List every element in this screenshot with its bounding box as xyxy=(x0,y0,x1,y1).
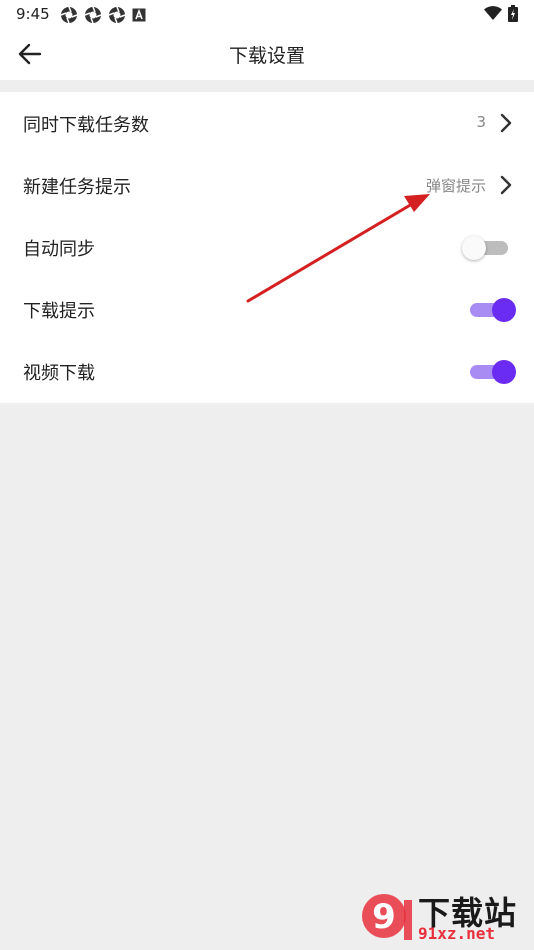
setting-label: 下载提示 xyxy=(23,301,95,322)
watermark: 9 下载站 91xz.net xyxy=(360,888,530,948)
download-notice-toggle[interactable] xyxy=(470,297,516,322)
shutter-icon xyxy=(84,6,102,24)
status-system-icons xyxy=(484,5,518,22)
chevron-right-icon xyxy=(500,113,512,133)
setting-row-video-download: 视频下载 xyxy=(0,340,534,402)
page-title: 下载设置 xyxy=(228,45,305,67)
setting-value: 3 xyxy=(476,113,486,131)
video-download-toggle[interactable] xyxy=(470,359,516,384)
watermark-logo: 9 xyxy=(362,894,412,940)
toggle-thumb xyxy=(492,298,516,322)
setting-row-concurrent-downloads[interactable]: 同时下载任务数 3 xyxy=(0,92,534,154)
setting-row-new-task-prompt[interactable]: 新建任务提示 弹窗提示 xyxy=(0,154,534,216)
a-box-icon xyxy=(132,8,146,22)
toggle-thumb xyxy=(462,236,486,260)
status-bar: 9:45 xyxy=(0,0,534,28)
status-notification-icons xyxy=(60,6,146,24)
toggle-thumb xyxy=(492,360,516,384)
setting-row-download-notice: 下载提示 xyxy=(0,278,534,340)
watermark-url: 91xz.net xyxy=(418,924,496,943)
app-bar: 下载设置 xyxy=(0,28,534,80)
setting-label: 新建任务提示 xyxy=(23,177,131,198)
shutter-icon xyxy=(108,6,126,24)
section-divider xyxy=(0,80,534,92)
battery-icon xyxy=(508,5,518,22)
setting-label: 自动同步 xyxy=(23,239,95,260)
setting-label: 视频下载 xyxy=(23,363,95,384)
setting-value: 弹窗提示 xyxy=(425,177,486,195)
setting-row-auto-sync: 自动同步 xyxy=(0,216,534,278)
setting-label: 同时下载任务数 xyxy=(23,115,149,136)
shutter-icon xyxy=(60,6,78,24)
chevron-right-icon xyxy=(500,175,512,195)
status-time: 9:45 xyxy=(16,5,50,23)
wifi-icon xyxy=(484,6,502,20)
auto-sync-toggle[interactable] xyxy=(462,235,508,260)
watermark-badge-text: 9 xyxy=(372,897,396,937)
settings-list: 同时下载任务数 3 新建任务提示 弹窗提示 自动同步 下载提示 视频下载 xyxy=(0,92,534,403)
